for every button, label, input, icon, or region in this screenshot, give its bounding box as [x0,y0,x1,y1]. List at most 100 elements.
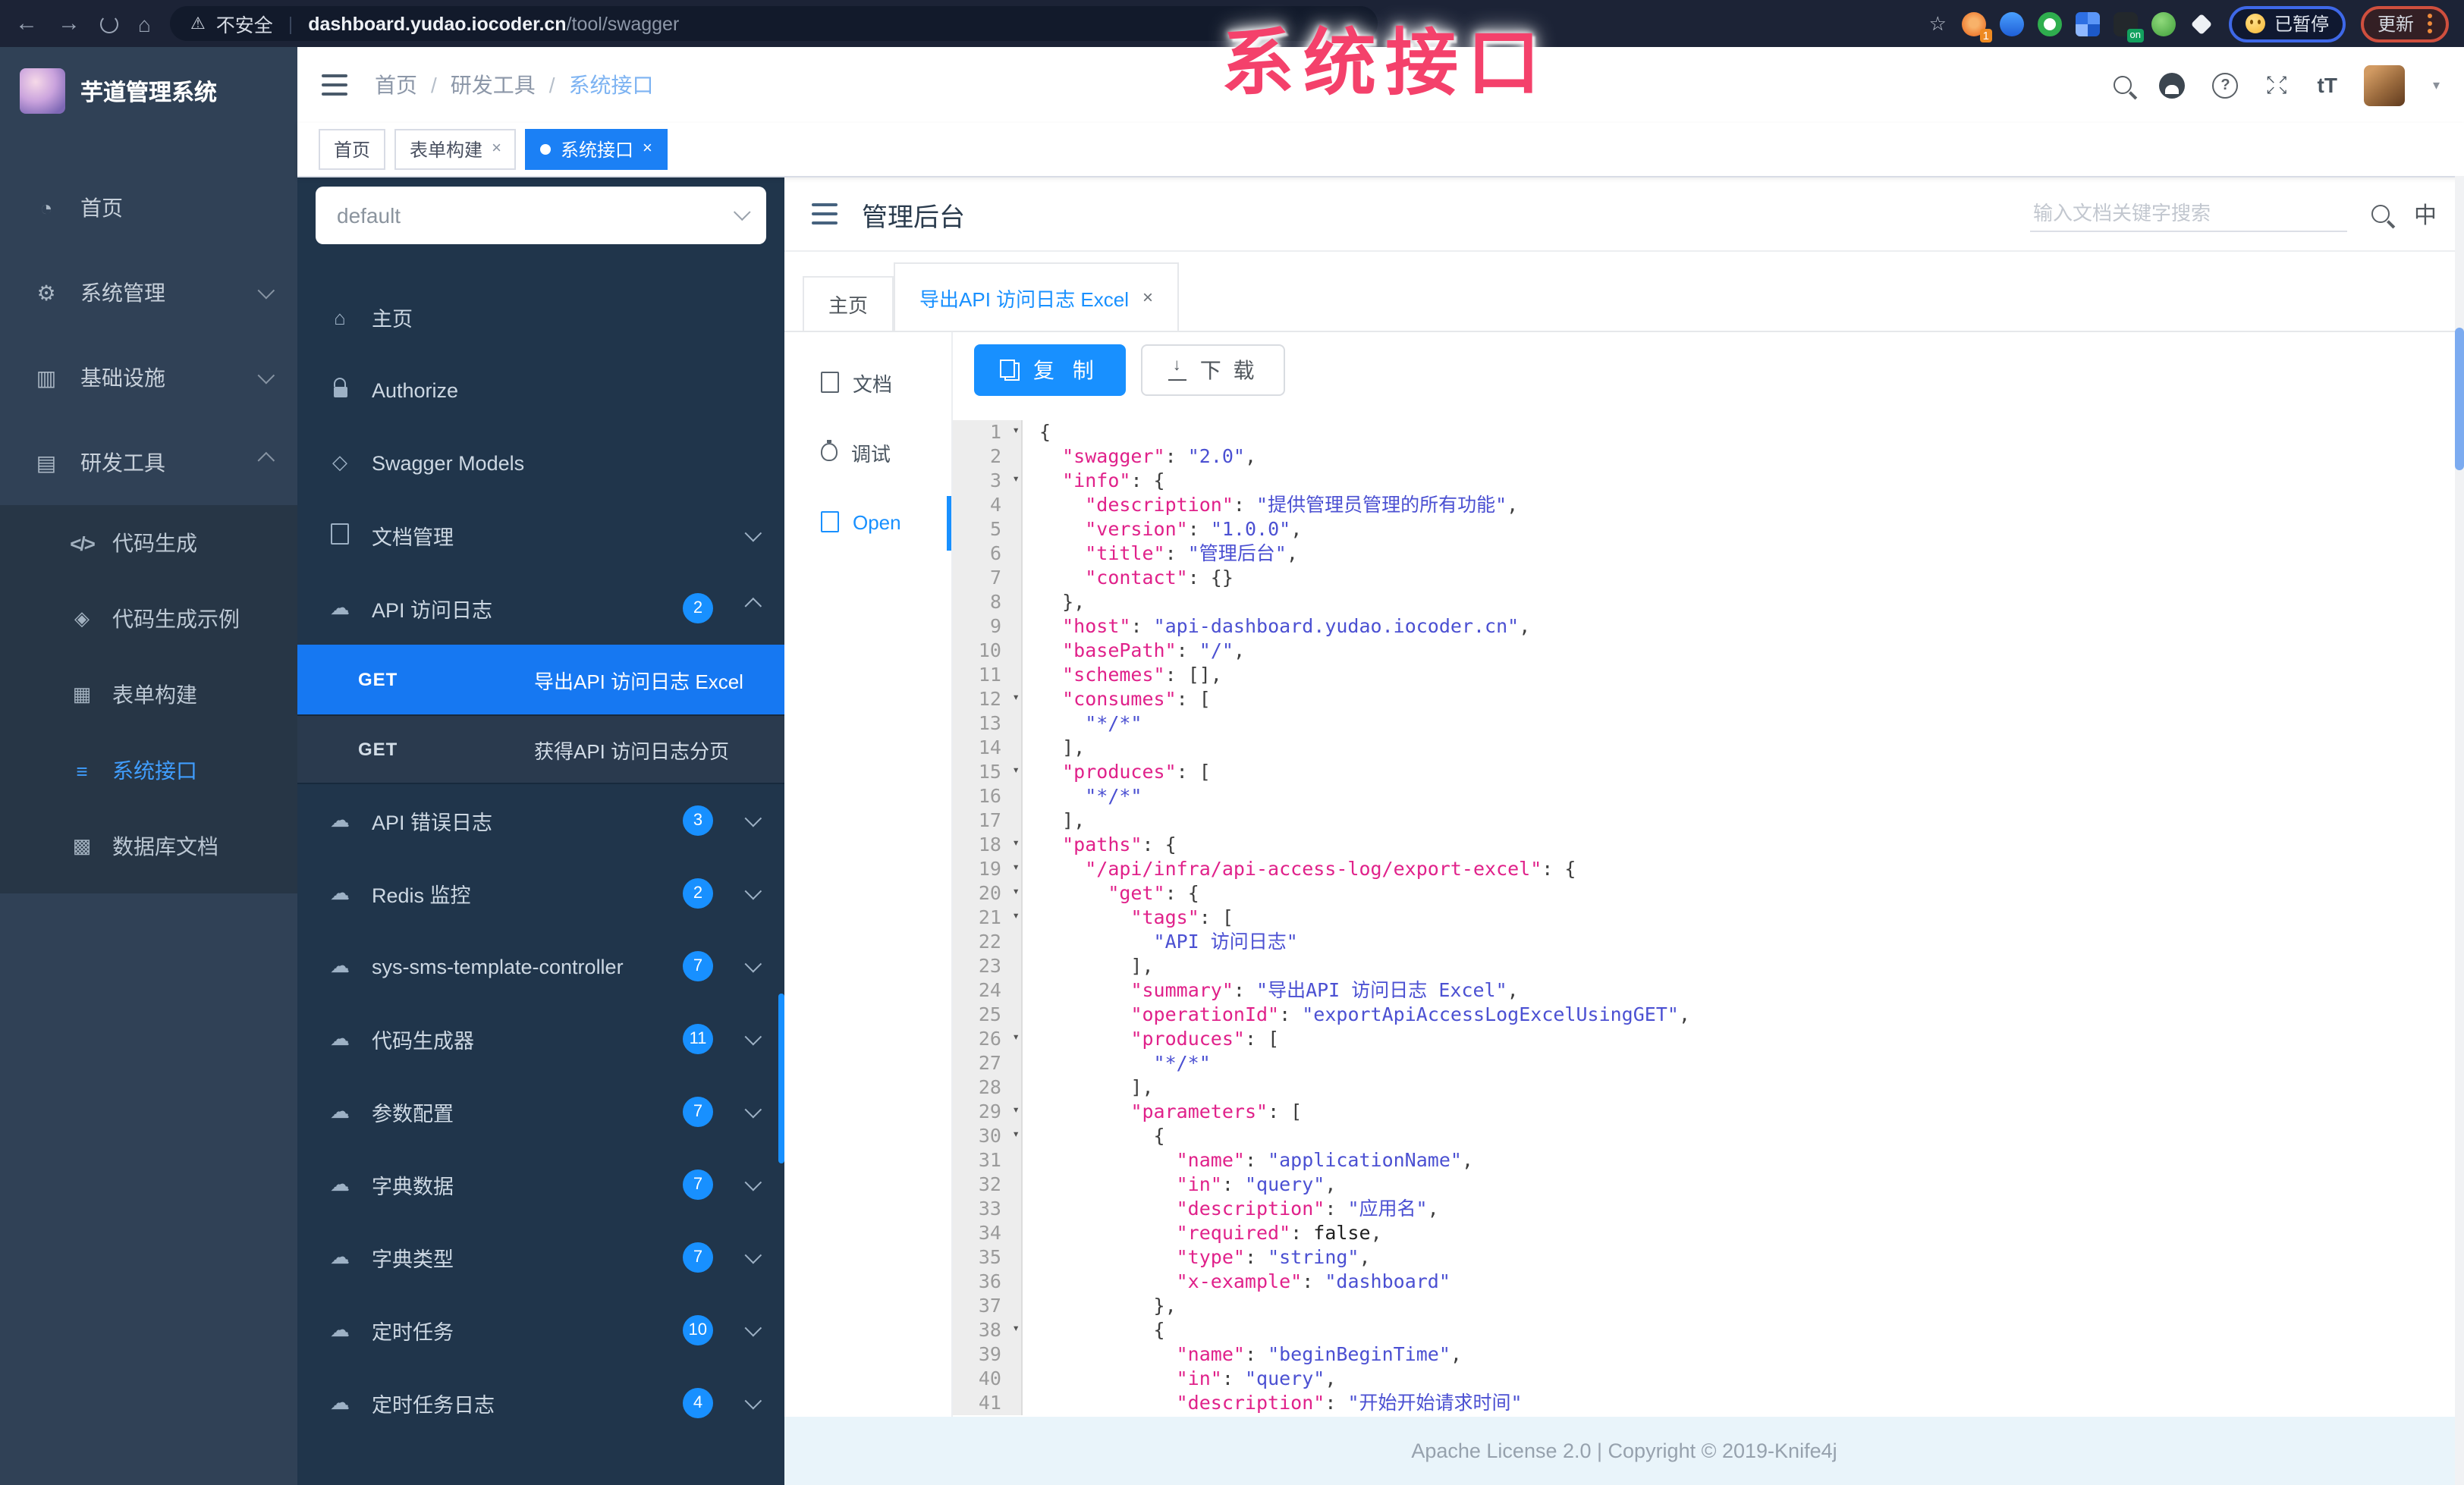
forward-icon[interactable]: → [58,12,80,35]
sidebar-subitem-表单构建[interactable]: ▦ 表单构建 [0,657,297,733]
download-button[interactable]: 下 载 [1140,344,1285,396]
app-logo-row[interactable]: 芋道管理系统 [0,47,297,135]
swagger-group-岗位[interactable]: ☁岗位 [297,1467,784,1485]
ext-green-check-icon[interactable] [2037,11,2062,36]
page-scrollbar-thumb[interactable] [2455,328,2464,470]
code-editor[interactable]: 1 ▾{2 "swagger": "2.0", 3 ▾ "info": {4 "des… [953,417,2464,1417]
ext-blue-drop-icon[interactable] [1999,11,2024,36]
fold-caret[interactable]: ▾ [1012,690,1020,705]
sidebar-subitem-系统接口[interactable]: ≡ 系统接口 [0,733,297,808]
close-icon[interactable]: × [643,140,652,158]
home-icon[interactable]: ⌂ [138,11,151,36]
swagger-group-文档管理[interactable]: 文档管理 [297,499,784,572]
sidebar-subitem-代码生成[interactable]: </> 代码生成 [0,505,297,581]
chevron-down-icon[interactable] [744,1246,762,1264]
language-toggle[interactable]: 中 [2414,198,2437,230]
chevron-up-icon[interactable] [744,597,762,615]
breadcrumb-item[interactable]: 首页 [375,70,417,100]
tag-表单构建[interactable]: 表单构建 × [394,129,517,170]
fold-caret[interactable]: ▾ [1012,836,1020,851]
chevron-down-icon[interactable] [744,1173,762,1191]
doc-search-input[interactable] [2029,196,2347,232]
sidebar-subitem-数据库文档[interactable]: ▩ 数据库文档 [0,808,297,884]
api-group-select[interactable]: default [316,187,766,244]
page-scrollbar[interactable] [2455,176,2464,1485]
paused-extension-pill[interactable]: 已暂停 [2228,5,2346,42]
chevron-down-icon[interactable] [744,524,762,542]
chevron-down-icon[interactable] [744,882,762,900]
swagger-group-参数配置[interactable]: ☁ 参数配置 7 [297,1075,784,1148]
sidebar-collapse-icon[interactable] [322,74,347,96]
help-icon[interactable]: ? [2212,72,2239,98]
fold-caret[interactable]: ▾ [1012,884,1020,899]
fold-caret[interactable]: ▾ [1012,909,1020,924]
swagger-operation-导出API 访问日志 Excel[interactable]: GET 导出API 访问日志 Excel [297,645,784,714]
swagger-group-sys-sms-template-controller[interactable]: ☁ sys-sms-template-controller 7 [297,930,784,1003]
ext-dark-onetab-icon[interactable]: on [2113,11,2144,42]
doc-search-icon[interactable] [2371,205,2390,223]
swagger-group-主页[interactable]: ⌂ 主页 [297,281,784,353]
avatar[interactable] [2364,64,2406,105]
close-icon[interactable]: × [1142,288,1153,306]
mini-nav-docs[interactable]: 文档 [784,347,951,417]
swagger-group-Authorize[interactable]: Authorize [297,353,784,426]
bookmark-star-icon[interactable]: ☆ [1929,11,1947,36]
fold-caret[interactable]: ▾ [1012,763,1020,778]
sidebar-item-基础设施[interactable]: ▥ 基础设施 [0,335,297,420]
search-icon[interactable] [2114,76,2132,94]
sidebar-subitem-代码生成示例[interactable]: ◈ 代码生成示例 [0,581,297,657]
doc-tab-主页[interactable]: 主页 [803,276,894,331]
fullscreen-icon[interactable]: ↖ ↗ ↙ ↘ [2266,74,2290,96]
chevron-down-icon[interactable] [744,1100,762,1119]
back-icon[interactable]: ← [15,12,38,35]
swagger-group-API 错误日志[interactable]: ☁ API 错误日志 3 [297,784,784,857]
sidebar-item-研发工具[interactable]: ▤ 研发工具 [0,420,297,505]
reload-icon[interactable] [100,14,118,33]
tag-系统接口[interactable]: 系统接口 × [525,129,668,170]
ext-blue-grid-icon[interactable] [2075,11,2100,36]
fold-caret[interactable]: ▾ [1012,1030,1020,1045]
ext-white-pinwheel-icon[interactable] [2189,11,2214,36]
swagger-group-字典数据[interactable]: ☁ 字典数据 7 [297,1148,784,1221]
swagger-scrollbar-thumb[interactable] [778,994,784,1163]
doc-tab-导出API 访问日志 Excel[interactable]: 导出API 访问日志 Excel × [894,262,1179,331]
sidebar-item-首页[interactable]: ◔ 首页 [0,165,297,250]
chevron-down-icon[interactable] [257,366,275,385]
sidebar-item-系统管理[interactable]: ⚙ 系统管理 [0,250,297,335]
font-size-icon[interactable]: tT [2318,73,2337,97]
copy-button[interactable]: 复 制 [974,344,1126,396]
swagger-operation-获得API 访问日志分页[interactable]: GET 获得API 访问日志分页 [297,714,784,784]
fold-caret[interactable]: ▾ [1012,1103,1020,1118]
url-bar[interactable]: ⚠ 不安全 | dashboard.yudao.iocoder.cn/tool/… [170,6,1378,41]
browser-update-button[interactable]: 更新 [2360,5,2449,42]
panel-collapse-icon[interactable] [812,203,838,224]
swagger-group-字典类型[interactable]: ☁ 字典类型 7 [297,1221,784,1294]
swagger-group-定时任务日志[interactable]: ☁ 定时任务日志 4 [297,1367,784,1439]
close-icon[interactable]: × [492,140,501,158]
chevron-down-icon[interactable] [744,1319,762,1337]
chevron-down-icon[interactable]: ▾ [2433,77,2440,93]
swagger-group-定时任务[interactable]: ☁ 定时任务 10 [297,1294,784,1367]
github-icon[interactable] [2159,72,2186,98]
chevron-up-icon[interactable] [257,451,275,469]
mini-nav-debug[interactable]: 调试 [784,417,951,487]
kebab-menu-icon[interactable] [2428,21,2432,26]
tag-首页[interactable]: 首页 [319,129,386,170]
fold-caret[interactable]: ▾ [1012,860,1020,875]
chevron-down-icon[interactable] [744,1028,762,1046]
mini-nav-open[interactable]: Open [784,487,951,557]
breadcrumb-item[interactable]: 研发工具 [451,70,536,100]
fold-caret[interactable]: ▾ [1012,423,1020,438]
swagger-group-代码生成器[interactable]: ☁ 代码生成器 11 [297,1003,784,1075]
fold-caret[interactable]: ▾ [1012,472,1020,487]
chevron-down-icon[interactable] [257,281,275,300]
swagger-group-API 访问日志[interactable]: ☁ API 访问日志 2 [297,572,784,645]
chevron-down-icon[interactable] [744,955,762,973]
swagger-group-Redis 监控[interactable]: ☁ Redis 监控 2 [297,857,784,930]
swagger-group-Swagger Models[interactable]: ◇ Swagger Models [297,426,784,499]
fold-caret[interactable]: ▾ [1012,1127,1020,1142]
fold-caret[interactable]: ▾ [1012,1321,1020,1336]
ext-orange-ring-icon[interactable]: 1 [1961,11,1992,42]
chevron-down-icon[interactable] [744,809,762,827]
chevron-down-icon[interactable] [744,1392,762,1410]
